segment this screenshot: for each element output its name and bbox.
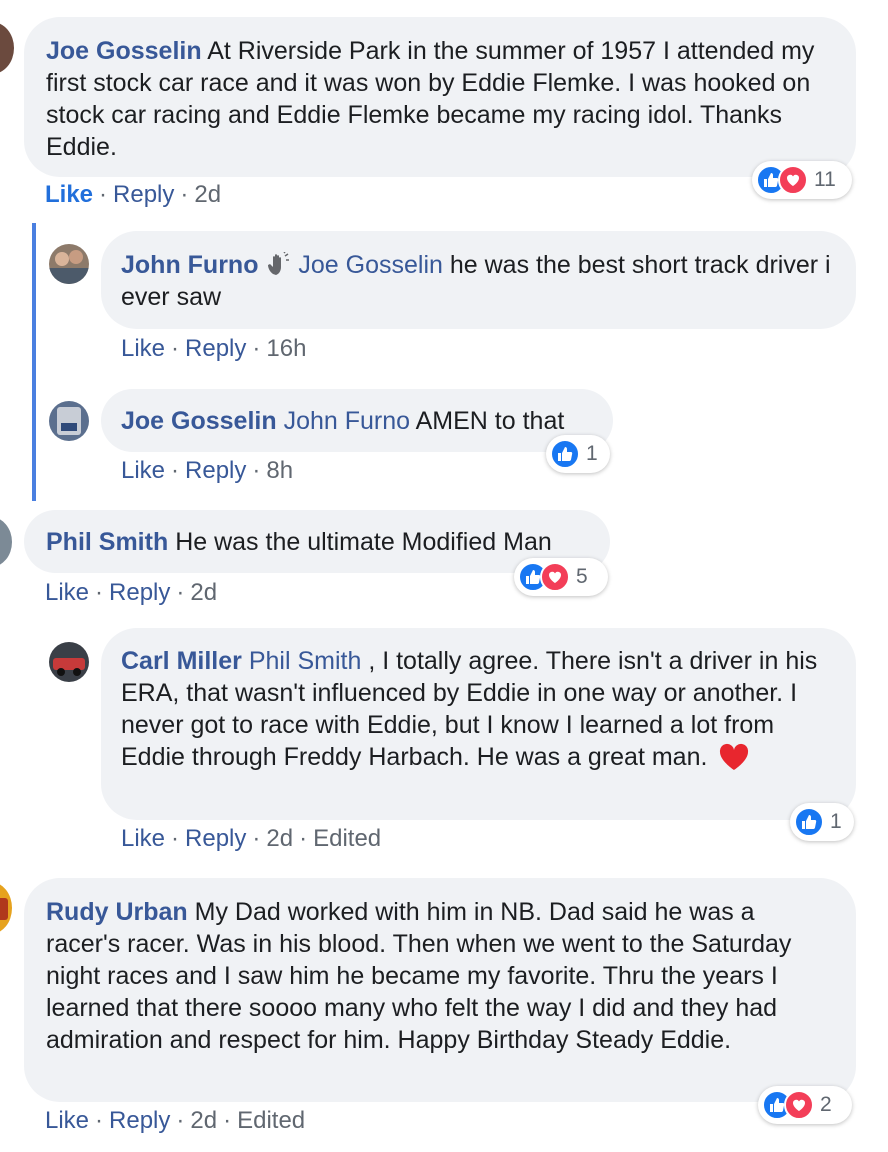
comment-author[interactable]: John Furno	[121, 251, 258, 279]
comment-actions: Like · Reply · 2d	[45, 579, 218, 606]
like-button[interactable]: Like	[121, 335, 165, 362]
reply-bubble: Carl Miller Phil Smith , I totally agree…	[101, 628, 856, 820]
reply-button[interactable]: Reply	[109, 1107, 170, 1134]
reply-thread-line	[32, 223, 36, 501]
comment-text: He was the ultimate Modified Man	[175, 528, 552, 556]
comment-author[interactable]: Joe Gosselin	[121, 407, 277, 435]
love-reaction-icon	[540, 562, 570, 592]
avatar[interactable]	[0, 22, 14, 74]
timestamp[interactable]: 2d	[194, 181, 221, 208]
reaction-summary[interactable]: 1	[790, 803, 854, 841]
love-reaction-icon	[784, 1090, 814, 1120]
comment-actions: Like · Reply · 2d · Edited	[121, 825, 382, 852]
mention-link[interactable]: John Furno	[284, 407, 410, 435]
comment-body: Joe Gosselin John Furno AMEN to that	[121, 405, 593, 437]
reply-button[interactable]: Reply	[185, 457, 246, 484]
wave-icon	[265, 251, 291, 276]
timestamp[interactable]: 16h	[266, 335, 306, 362]
avatar[interactable]	[49, 401, 89, 441]
comment-author[interactable]: Phil Smith	[46, 528, 168, 556]
reply-bubble: Joe Gosselin John Furno AMEN to that	[101, 389, 613, 452]
comment-bubble: Joe Gosselin At Riverside Park in the su…	[24, 17, 856, 177]
avatar[interactable]	[49, 642, 89, 682]
reply-button[interactable]: Reply	[185, 825, 246, 852]
like-button[interactable]: Like	[45, 579, 89, 606]
comment-actions: Like · Reply · 2d	[45, 181, 222, 208]
comment-bubble: Rudy Urban My Dad worked with him in NB.…	[24, 878, 856, 1102]
edited-label[interactable]: Edited	[237, 1107, 305, 1134]
reply-button[interactable]: Reply	[109, 579, 170, 606]
timestamp[interactable]: 2d	[190, 579, 217, 606]
comment-body: Rudy Urban My Dad worked with him in NB.…	[46, 896, 832, 1056]
reaction-summary[interactable]: 1	[546, 435, 610, 473]
like-button[interactable]: Like	[121, 825, 165, 852]
like-button[interactable]: Like	[45, 181, 93, 208]
comment-author[interactable]: Rudy Urban	[46, 898, 188, 926]
reaction-summary[interactable]: 11	[752, 161, 852, 199]
timestamp[interactable]: 2d	[190, 1107, 217, 1134]
reply-button[interactable]: Reply	[113, 181, 174, 208]
avatar[interactable]	[49, 244, 89, 284]
reaction-count: 11	[814, 168, 836, 191]
reaction-summary[interactable]: 5	[514, 558, 608, 596]
reaction-count: 1	[586, 442, 598, 465]
love-reaction-icon	[778, 165, 808, 195]
comment-actions: Like · Reply · 2d · Edited	[45, 1107, 306, 1134]
comment-body: Carl Miller Phil Smith , I totally agree…	[121, 645, 836, 773]
reply-button[interactable]: Reply	[185, 335, 246, 362]
mention-link[interactable]: Joe Gosselin	[298, 251, 443, 279]
like-button[interactable]: Like	[45, 1107, 89, 1134]
comment-text: AMEN to that	[415, 407, 565, 435]
reaction-count: 2	[820, 1093, 832, 1116]
timestamp[interactable]: 8h	[266, 457, 293, 484]
like-reaction-icon	[794, 807, 824, 837]
like-button[interactable]: Like	[121, 457, 165, 484]
comment-actions: Like · Reply · 8h	[121, 457, 294, 484]
like-reaction-icon	[550, 439, 580, 469]
avatar[interactable]	[0, 517, 12, 567]
comment-actions: Like · Reply · 16h	[121, 335, 307, 362]
comment-author[interactable]: Joe Gosselin	[46, 37, 202, 65]
reply-bubble: John Furno Joe Gosselin he was the best …	[101, 231, 856, 329]
comment-body: John Furno Joe Gosselin he was the best …	[121, 249, 834, 313]
comment-author[interactable]: Carl Miller	[121, 647, 242, 675]
comment-body: Phil Smith He was the ultimate Modified …	[46, 526, 590, 558]
timestamp[interactable]: 2d	[266, 825, 293, 852]
reaction-count: 1	[830, 810, 842, 833]
edited-label[interactable]: Edited	[313, 825, 381, 852]
reaction-count: 5	[576, 565, 588, 588]
comment-body: Joe Gosselin At Riverside Park in the su…	[46, 35, 832, 163]
red-heart-emoji-icon	[718, 743, 750, 771]
reaction-summary[interactable]: 2	[758, 1086, 852, 1124]
avatar[interactable]	[0, 882, 12, 934]
mention-link[interactable]: Phil Smith	[249, 647, 362, 675]
